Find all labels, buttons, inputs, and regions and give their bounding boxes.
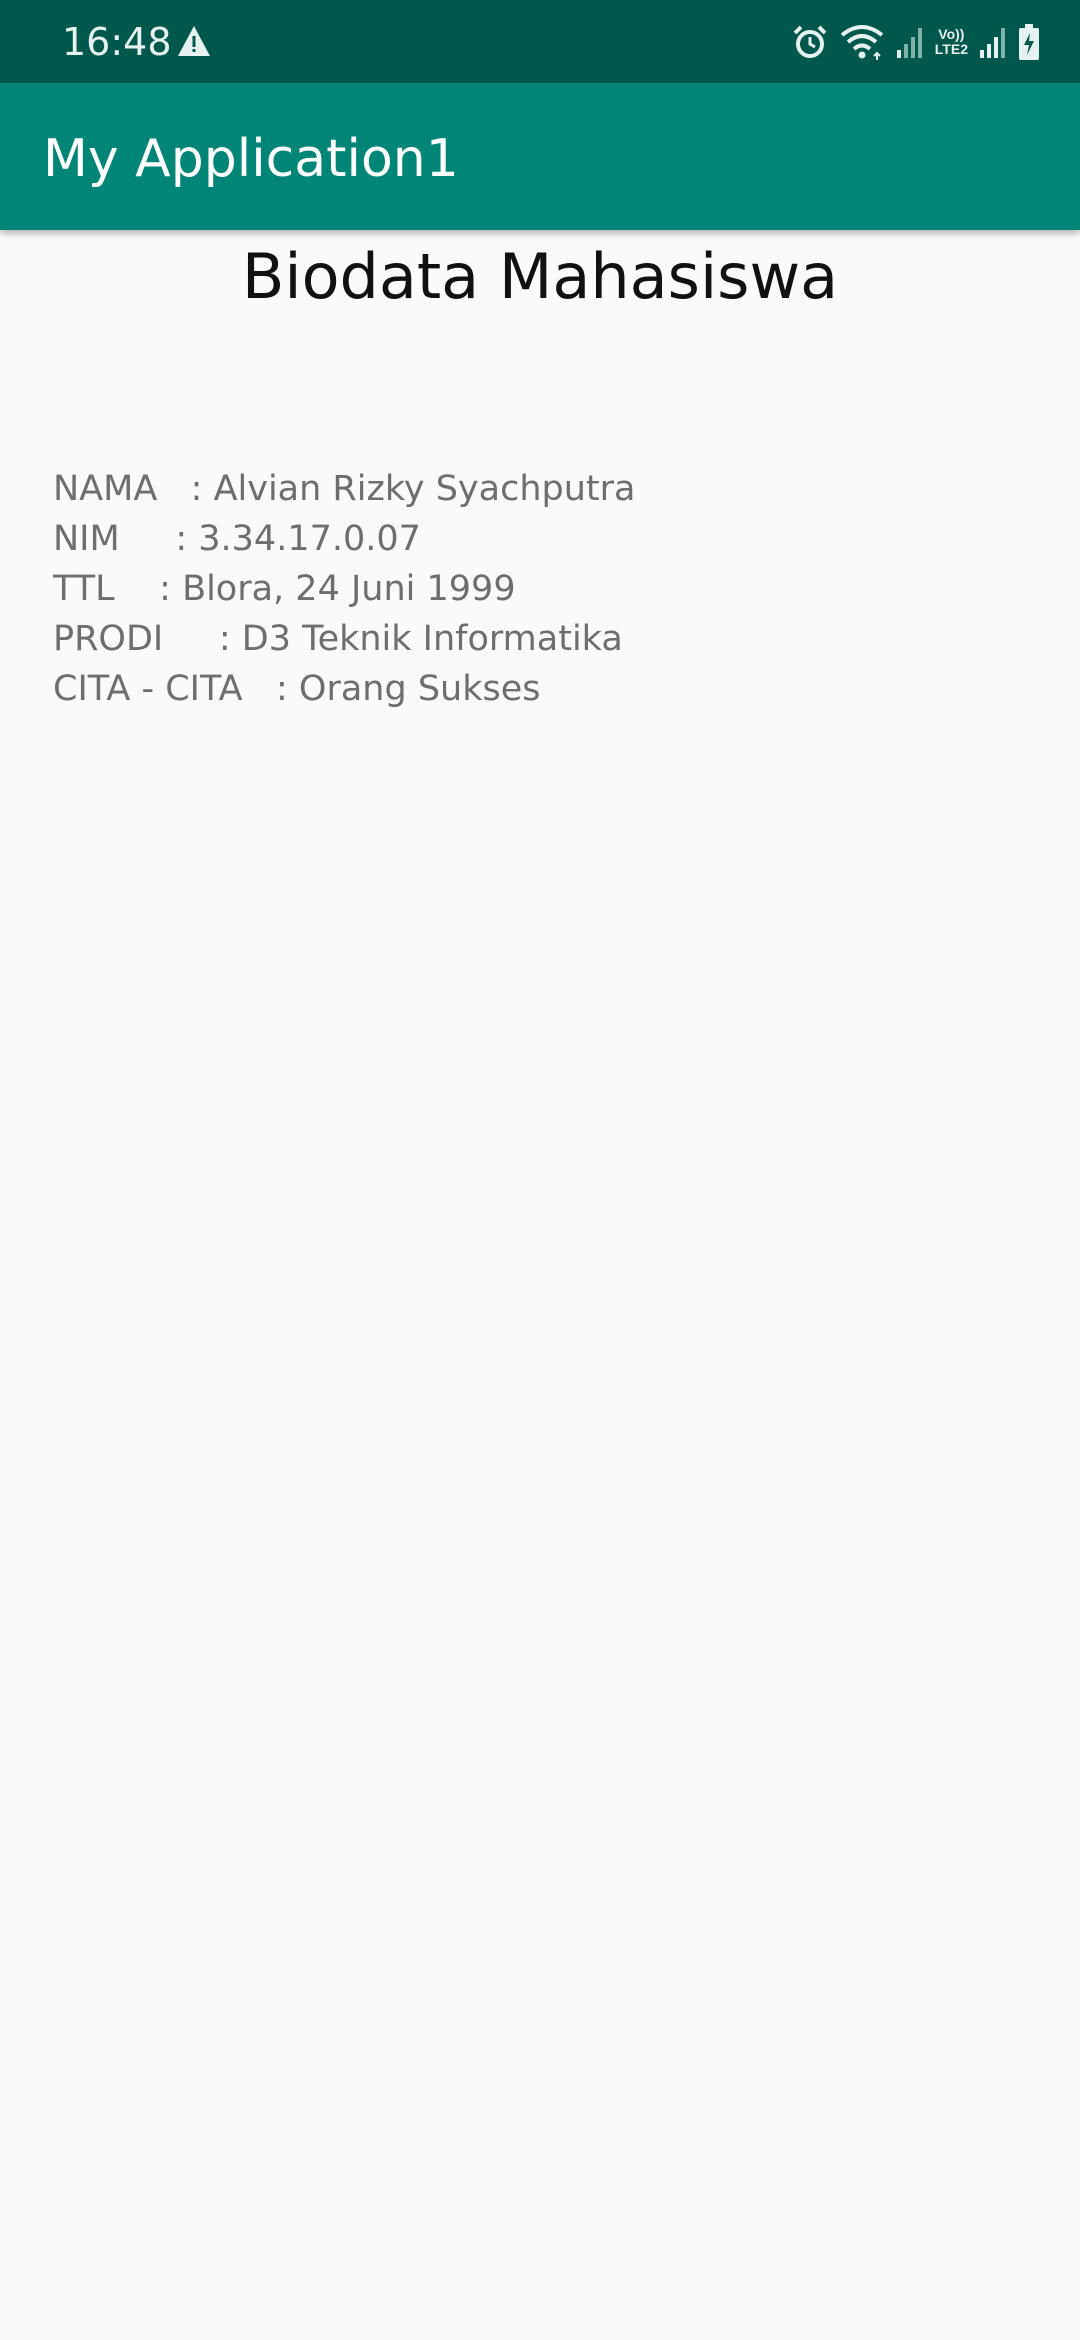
- volte-label: Vo)): [938, 26, 965, 42]
- biodata-label: NIM: [53, 519, 176, 559]
- volte-lte-icon: Vo)) LTE2: [935, 27, 968, 57]
- biodata-row-prodi: PRODI : D3 Teknik Informatika: [53, 614, 635, 664]
- app-title: My Application1: [43, 129, 459, 189]
- signal-icon: [980, 28, 1005, 58]
- status-bar: 16:48 Vo)) LTE2: [0, 0, 1080, 83]
- biodata-row-cita: CITA - CITA : Orang Sukses: [53, 664, 635, 714]
- status-time: 16:48: [62, 20, 172, 64]
- warning-icon: [178, 26, 210, 56]
- biodata-label: TTL: [53, 569, 160, 609]
- battery-charging-icon: [1019, 24, 1039, 60]
- biodata-value: : Alvian Rizky Syachputra: [190, 469, 636, 509]
- biodata-value: : D3 Teknik Informatika: [218, 619, 623, 659]
- biodata-label: CITA - CITA: [53, 669, 276, 709]
- wifi-icon: [840, 25, 884, 60]
- biodata-row-ttl: TTL : Blora, 24 Juni 1999: [53, 564, 635, 614]
- biodata-value: : Orang Sukses: [276, 669, 541, 709]
- biodata-row-nama: NAMA : Alvian Rizky Syachputra: [53, 464, 635, 514]
- app-bar: My Application1: [0, 83, 1080, 230]
- alarm-icon: [793, 25, 827, 58]
- biodata-row-nim: NIM : 3.34.17.0.07: [53, 514, 635, 564]
- signal-icon: [896, 28, 922, 58]
- page-heading: Biodata Mahasiswa: [241, 240, 839, 313]
- biodata-label: PRODI: [53, 619, 219, 659]
- lte-label: LTE2: [934, 41, 968, 57]
- status-icons: Vo)) LTE2: [791, 20, 1040, 64]
- biodata-block: NAMA : Alvian Rizky Syachputra NIM : 3.3…: [53, 464, 635, 714]
- biodata-label: NAMA: [53, 469, 191, 509]
- biodata-value: : Blora, 24 Juni 1999: [159, 569, 516, 609]
- biodata-value: : 3.34.17.0.07: [175, 519, 421, 559]
